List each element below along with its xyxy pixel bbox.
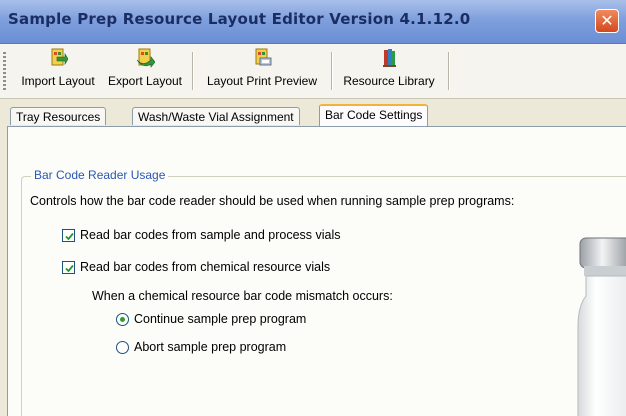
print-preview-icon <box>255 48 272 66</box>
export-layout-icon <box>136 48 155 68</box>
checkbox[interactable] <box>62 229 75 242</box>
toolbar: Import Layout Export Layout Layout Print… <box>0 44 626 99</box>
checkbox-label: Read bar codes from chemical resource vi… <box>80 260 331 274</box>
editor-window: Sample Prep Resource Layout Editor Versi… <box>0 0 626 416</box>
tab-tray-resources[interactable]: Tray Resources <box>10 107 107 125</box>
checkmark-icon <box>65 264 74 273</box>
resource-library-icon <box>383 49 396 67</box>
tab-strip: Tray Resources Wash/Waste Vial Assignmen… <box>0 99 626 127</box>
vial-image <box>577 237 626 416</box>
close-icon: ✕ <box>600 11 614 30</box>
toolbar-separator <box>448 52 450 90</box>
resource-library-button[interactable]: Resource Library <box>337 48 441 94</box>
import-layout-label: Import Layout <box>21 74 95 88</box>
checkmark-icon <box>65 232 74 241</box>
close-button[interactable]: ✕ <box>595 9 619 33</box>
tab-wash-waste-vial-assignment[interactable]: Wash/Waste Vial Assignment <box>132 107 300 125</box>
checkbox[interactable] <box>62 261 75 274</box>
resource-library-label: Resource Library <box>343 74 435 88</box>
toolbar-separator <box>331 52 333 90</box>
checkbox-label: Read bar codes from sample and process v… <box>80 228 341 242</box>
mismatch-note: When a chemical resource bar code mismat… <box>92 289 393 303</box>
import-layout-icon <box>51 48 68 66</box>
group-title: Bar Code Reader Usage <box>31 168 169 182</box>
toolbar-separator <box>192 52 194 90</box>
export-layout-label: Export Layout <box>107 74 183 88</box>
tab-bar-code-settings[interactable]: Bar Code Settings <box>319 104 429 126</box>
toolbar-grip[interactable] <box>3 52 6 90</box>
import-layout-button[interactable]: Import Layout <box>18 48 98 94</box>
title-bar[interactable]: Sample Prep Resource Layout Editor Versi… <box>0 0 626 44</box>
radio-button[interactable] <box>116 313 129 326</box>
radio-selected-dot <box>120 317 125 322</box>
window-title: Sample Prep Resource Layout Editor Versi… <box>8 10 471 28</box>
radio-label: Continue sample prep program <box>134 312 307 326</box>
group-description: Controls how the bar code reader should … <box>30 194 515 208</box>
layout-print-preview-button[interactable]: Layout Print Preview <box>199 48 325 94</box>
radio-label: Abort sample prep program <box>134 340 287 354</box>
radio-button[interactable] <box>116 341 129 354</box>
layout-print-preview-label: Layout Print Preview <box>206 74 318 88</box>
export-layout-button[interactable]: Export Layout <box>105 48 185 94</box>
